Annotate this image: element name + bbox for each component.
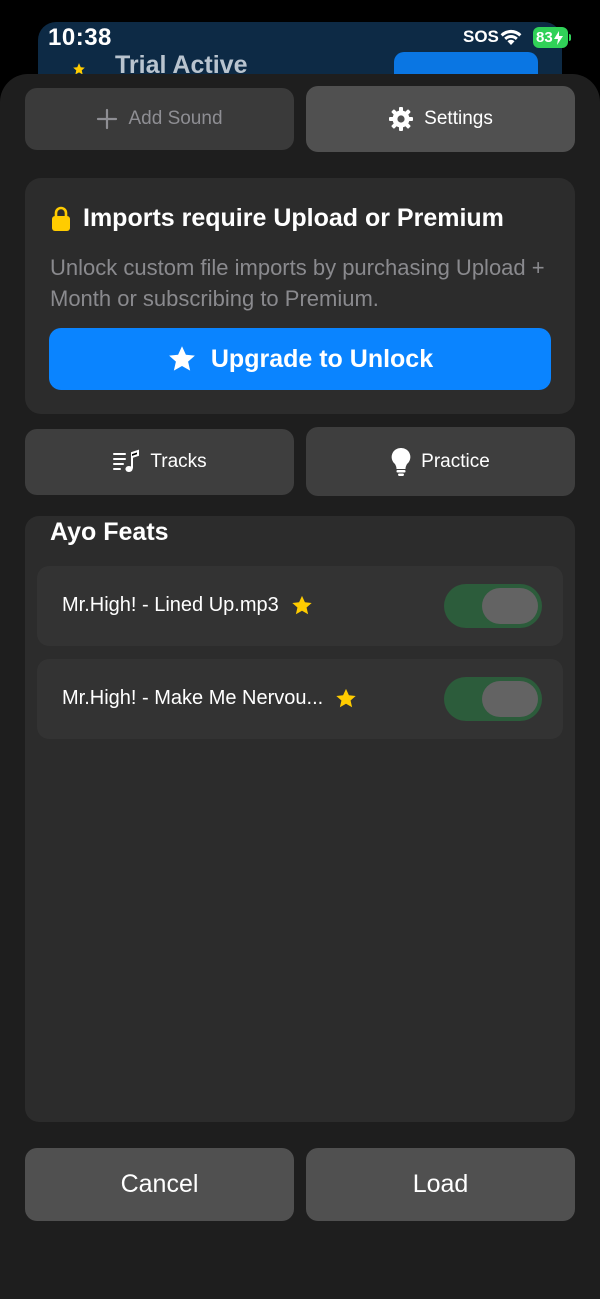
cancel-button[interactable]: Cancel bbox=[25, 1148, 294, 1221]
load-button[interactable]: Load bbox=[306, 1148, 575, 1221]
imports-locked-title: Imports require Upload or Premium bbox=[83, 204, 504, 232]
track-name-row: Mr.High! - Lined Up.mp3 bbox=[62, 594, 313, 617]
music-list-icon bbox=[112, 449, 140, 475]
settings-button[interactable]: Settings bbox=[306, 86, 575, 152]
upgrade-button[interactable]: Upgrade to Unlock bbox=[49, 328, 551, 390]
add-sound-label: Add Sound bbox=[128, 108, 223, 129]
playlist-title: Ayo Feats bbox=[50, 518, 169, 546]
plus-icon bbox=[96, 108, 118, 130]
playlist-card: Ayo Feats Mr.High! - Lined Up.mp3 Mr.Hig… bbox=[25, 516, 575, 1122]
list-item[interactable]: Mr.High! - Lined Up.mp3 bbox=[37, 566, 563, 646]
status-bar: 10:38 SOS 83 bbox=[0, 0, 600, 70]
star-icon bbox=[167, 345, 197, 373]
toggle-knob bbox=[482, 681, 538, 717]
imports-locked-description: Unlock custom file imports by purchasing… bbox=[50, 255, 545, 311]
imports-locked-card: Imports require Upload or Premium Unlock… bbox=[25, 178, 575, 414]
settings-label: Settings bbox=[424, 108, 493, 129]
track-enabled-toggle[interactable] bbox=[444, 584, 542, 628]
star-icon bbox=[335, 688, 357, 709]
lock-icon bbox=[52, 206, 70, 231]
imports-locked-header: Imports require Upload or Premium bbox=[51, 204, 504, 233]
practice-label: Practice bbox=[421, 450, 490, 472]
wifi-icon bbox=[500, 29, 522, 45]
lightbulb-icon bbox=[391, 447, 411, 477]
charging-icon bbox=[553, 30, 563, 45]
toggle-knob bbox=[482, 588, 538, 624]
sound-picker-sheet: Add Sound Settings Imports require Uploa… bbox=[0, 74, 600, 1299]
gear-icon bbox=[388, 106, 414, 132]
track-enabled-toggle[interactable] bbox=[444, 677, 542, 721]
track-name: Mr.High! - Lined Up.mp3 bbox=[62, 594, 279, 616]
battery-indicator: 83 bbox=[533, 27, 571, 48]
upgrade-label: Upgrade to Unlock bbox=[210, 344, 434, 373]
practice-tab[interactable]: Practice bbox=[306, 427, 575, 496]
track-name: Mr.High! - Make Me Nervou... bbox=[62, 687, 324, 709]
battery-nub bbox=[569, 34, 571, 41]
add-sound-button[interactable]: Add Sound bbox=[25, 88, 294, 150]
status-sos: SOS bbox=[463, 27, 499, 46]
list-item[interactable]: Mr.High! - Make Me Nervou... bbox=[37, 659, 563, 739]
tracks-label: Tracks bbox=[150, 451, 207, 472]
tracks-tab[interactable]: Tracks bbox=[25, 429, 294, 495]
battery-level: 83 bbox=[536, 29, 553, 46]
status-time: 10:38 bbox=[48, 24, 112, 51]
track-name-row: Mr.High! - Make Me Nervou... bbox=[62, 687, 357, 710]
star-icon bbox=[291, 595, 313, 616]
